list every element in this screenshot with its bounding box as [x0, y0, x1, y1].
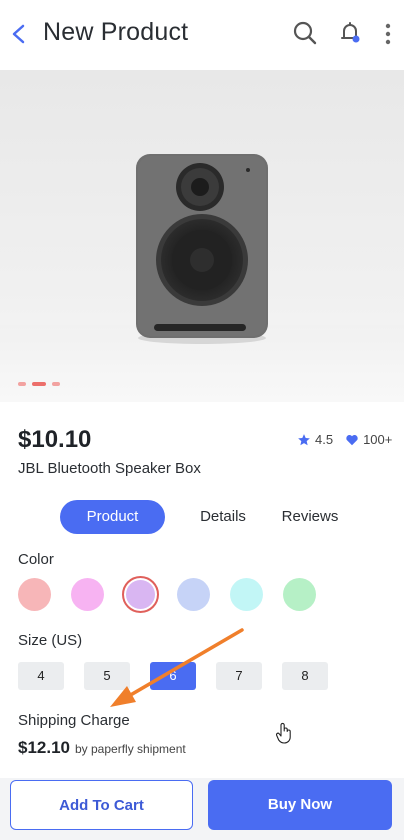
color-swatch[interactable]: [18, 578, 51, 611]
heart-icon[interactable]: [345, 433, 359, 447]
rating-row: 4.5 100+: [297, 432, 392, 447]
size-option-8[interactable]: 8: [282, 662, 328, 690]
buy-now-button[interactable]: Buy Now: [208, 780, 392, 830]
shipping-price: $12.10: [18, 738, 70, 757]
carousel-dots: [18, 382, 60, 386]
app-header: New Product: [0, 0, 404, 70]
add-to-cart-button[interactable]: Add To Cart: [10, 780, 193, 830]
likes-count: 100+: [363, 432, 393, 447]
size-label: Size (US): [18, 632, 83, 649]
notification-bell-icon[interactable]: [338, 20, 362, 46]
star-icon: [298, 433, 310, 445]
product-name: JBL Bluetooth Speaker Box: [18, 460, 201, 477]
speaker-product-image: [136, 154, 268, 344]
tab-details[interactable]: Details: [188, 500, 258, 534]
color-swatch[interactable]: [71, 578, 104, 611]
page-title: New Product: [43, 18, 189, 46]
carousel-dot[interactable]: [52, 382, 60, 386]
hand-cursor-icon: [275, 722, 291, 744]
color-swatch[interactable]: [283, 578, 316, 611]
product-image-carousel[interactable]: [0, 70, 404, 402]
carousel-dot-active[interactable]: [32, 382, 46, 386]
annotation-arrow-icon: [110, 628, 244, 707]
carousel-dot[interactable]: [18, 382, 26, 386]
color-swatch[interactable]: [230, 578, 263, 611]
shipping-note: by paperfly shipment: [75, 742, 186, 756]
back-arrow-icon[interactable]: [8, 20, 32, 48]
color-swatch-selected[interactable]: [122, 576, 159, 613]
color-label: Color: [18, 551, 54, 568]
size-option-4[interactable]: 4: [18, 662, 64, 690]
color-swatch[interactable]: [177, 578, 210, 611]
more-options-icon[interactable]: [383, 22, 393, 48]
shipping-label: Shipping Charge: [18, 712, 130, 729]
search-icon[interactable]: [292, 20, 318, 46]
product-price: $10.10: [18, 426, 92, 453]
rating-value: 4.5: [315, 432, 334, 447]
tab-product[interactable]: Product: [60, 500, 165, 534]
tab-reviews[interactable]: Reviews: [275, 500, 345, 534]
